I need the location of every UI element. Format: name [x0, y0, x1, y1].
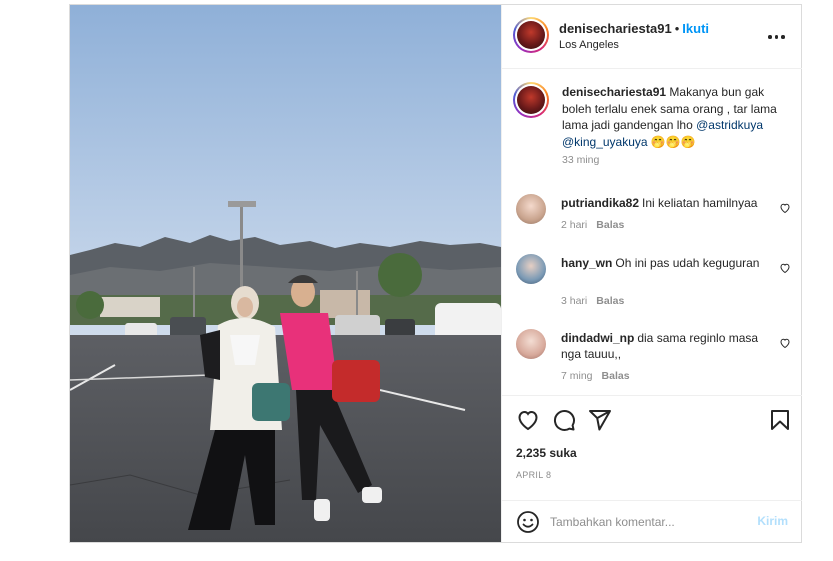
comment-text: putriandika82 Ini keliatan hamilnyaa [561, 195, 771, 211]
bookmark-icon[interactable] [768, 408, 792, 432]
comment-icon[interactable] [552, 408, 576, 432]
comment-meta: 3 hari Balas [561, 295, 624, 307]
post-header: denisechariesta91 • Ikuti Los Angeles [502, 5, 802, 69]
comment-text: dindadwi_np dia sama reginlo masa nga tau… [561, 330, 771, 362]
caption-username[interactable]: denisechariesta91 [562, 85, 666, 99]
heart-icon[interactable] [516, 408, 540, 432]
mention-link[interactable]: @astridkuya [696, 118, 763, 132]
comment-meta: 2 hari Balas [561, 219, 624, 231]
post-actions: 2,235 suka APRIL 8 [502, 395, 802, 495]
comment-body: Ini keliatan hamilnyaa [642, 196, 758, 210]
comment-input[interactable] [550, 510, 745, 534]
caption-text: denisechariesta91 Makanya bun gak boleh … [562, 84, 787, 150]
comment-like-heart-icon[interactable] [779, 337, 791, 349]
send-icon[interactable] [588, 408, 612, 432]
post-side-panel: denisechariesta91 • Ikuti Los Angeles deni… [501, 5, 802, 542]
commenter-username[interactable]: putriandika82 [561, 196, 639, 210]
author-line: denisechariesta91 • Ikuti [559, 21, 709, 36]
author-username[interactable]: denisechariesta91 [559, 21, 672, 36]
reply-button[interactable]: Balas [596, 295, 624, 307]
post-location[interactable]: Los Angeles [559, 39, 619, 51]
caption-avatar[interactable] [513, 82, 549, 118]
comment-time[interactable]: 3 hari [561, 295, 587, 307]
comment-time[interactable]: 7 ming [561, 370, 593, 382]
post-date[interactable]: APRIL 8 [516, 470, 551, 480]
comment-time[interactable]: 2 hari [561, 219, 587, 231]
post-comment-button[interactable]: Kirim [757, 514, 788, 528]
reply-button[interactable]: Balas [596, 219, 624, 231]
commenter-username[interactable]: dindadwi_np [561, 331, 634, 345]
add-comment-bar: Kirim [502, 500, 802, 542]
reply-button[interactable]: Balas [602, 370, 630, 382]
follow-button[interactable]: Ikuti [682, 21, 709, 36]
caption-emoji: 🤭🤭🤭 [650, 134, 696, 149]
comment-like-heart-icon[interactable] [779, 262, 791, 274]
instagram-post: denisechariesta91 • Ikuti Los Angeles deni… [69, 4, 802, 543]
separator-dot: • [674, 21, 680, 36]
commenter-avatar[interactable] [516, 194, 546, 224]
comment-body: Oh ini pas udah keguguran [615, 256, 760, 270]
comments-section[interactable]: denisechariesta91 Makanya bun gak boleh … [502, 70, 802, 395]
emoji-icon[interactable] [516, 510, 540, 534]
caption-time[interactable]: 33 ming [562, 154, 599, 166]
comment-meta: 7 ming Balas [561, 370, 630, 382]
author-avatar[interactable] [513, 17, 549, 53]
commenter-username[interactable]: hany_wn [561, 256, 612, 270]
comment-text: hany_wn Oh ini pas udah keguguran [561, 255, 771, 271]
more-options-icon[interactable] [768, 29, 786, 45]
commenter-avatar[interactable] [516, 254, 546, 284]
likes-count[interactable]: 2,235 suka [516, 446, 577, 460]
mention-link[interactable]: @king_uyakuya [562, 135, 648, 149]
comment-like-heart-icon[interactable] [779, 202, 791, 214]
post-photo[interactable] [70, 5, 501, 542]
commenter-avatar[interactable] [516, 329, 546, 359]
